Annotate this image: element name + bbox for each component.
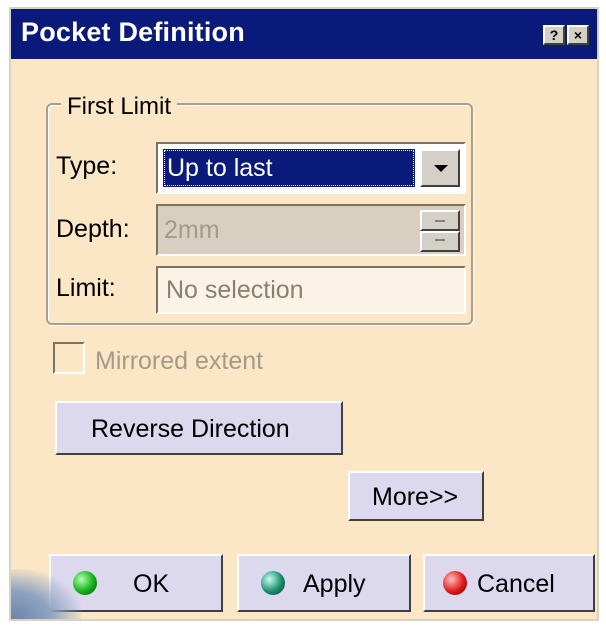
type-label: Type: [56,152,118,180]
depth-field: 2mm [156,204,466,256]
dialog-title: Pocket Definition [21,17,245,47]
reverse-direction-button[interactable]: Reverse Direction [55,401,343,455]
mirrored-extent-label: Mirrored extent [95,347,264,375]
cancel-label: Cancel [477,570,555,598]
red-ball-icon [443,571,467,595]
title-bar[interactable]: Pocket Definition ? × [11,9,597,59]
chevron-down-icon[interactable] [420,149,460,187]
mirrored-extent-checkbox [53,342,85,374]
spin-up-icon [420,210,460,231]
type-combo-value[interactable]: Up to last [163,149,415,187]
first-limit-legend: First Limit [61,93,177,121]
teal-ball-icon [261,571,285,595]
limit-label: Limit: [56,274,116,302]
background-decoration [11,569,81,619]
depth-label: Depth: [56,215,130,243]
help-icon: ? [549,27,559,43]
more-button[interactable]: More>> [348,471,484,521]
depth-value: 2mm [164,216,220,244]
ok-label: OK [133,570,170,598]
close-button[interactable]: × [567,25,589,45]
spin-down-icon [420,231,460,252]
help-button[interactable]: ? [543,25,565,45]
reverse-direction-label: Reverse Direction [91,415,290,443]
close-icon: × [573,27,583,43]
more-label: More>> [372,483,459,511]
limit-field: No selection [156,266,466,314]
type-combo[interactable]: Up to last [156,142,466,194]
apply-button[interactable]: Apply [237,554,411,612]
apply-label: Apply [303,570,366,598]
limit-value: No selection [166,276,304,304]
cancel-button[interactable]: Cancel [423,554,595,612]
pocket-definition-dialog: Pocket Definition ? × First Limit Type: … [9,7,599,621]
